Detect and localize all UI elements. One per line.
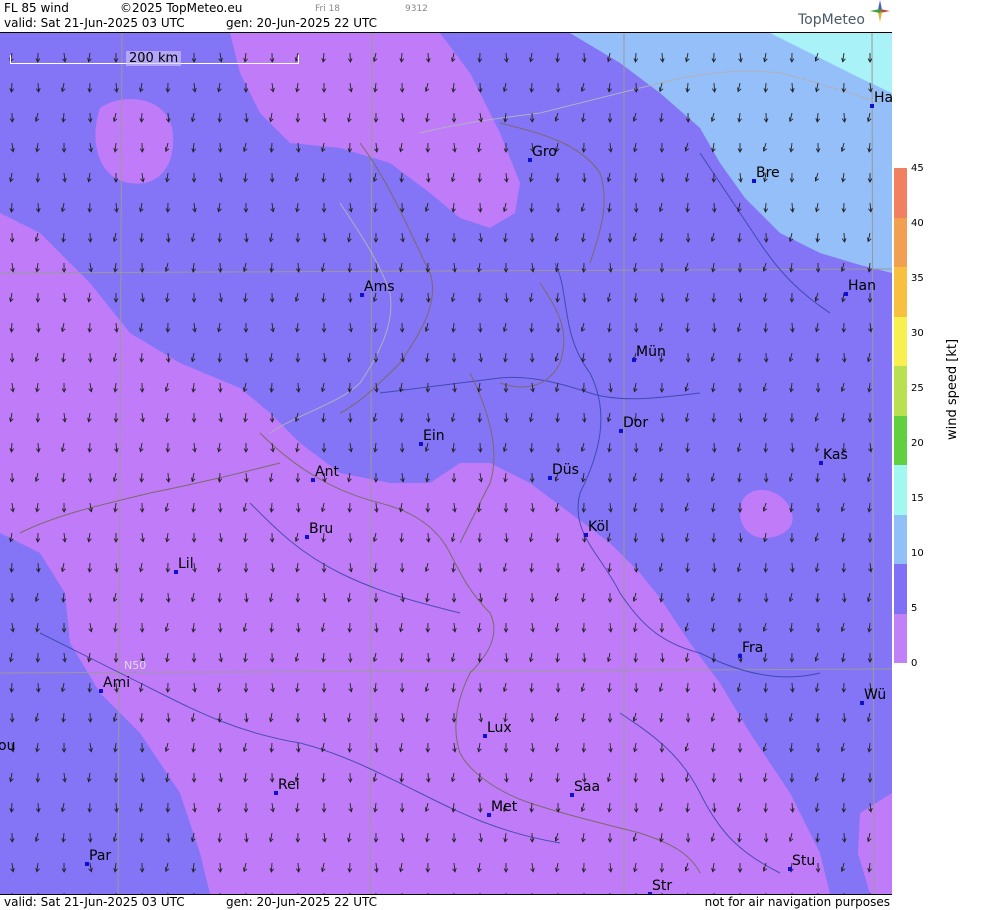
city-name: ou — [0, 738, 16, 754]
city-name: Ein — [423, 428, 445, 444]
topmeteo-logo: TopMeteo — [798, 0, 890, 28]
copyright-text: ©2025 TopMeteo.eu — [120, 1, 243, 15]
legend-tick-label: 45 — [911, 163, 924, 174]
product-title: FL 85 wind — [4, 1, 69, 15]
legend-tick-label: 20 — [911, 438, 924, 449]
legend-swatch — [894, 217, 907, 267]
city-name: Ha — [874, 90, 892, 106]
scale-label: 200 km — [126, 51, 182, 66]
legend-swatch — [894, 564, 907, 614]
legend-tick-label: 10 — [911, 548, 924, 559]
legend-swatch — [894, 465, 907, 515]
city-name: Met — [491, 799, 518, 815]
compass-star-icon — [870, 0, 890, 22]
legend-swatch — [894, 366, 907, 416]
city-name: Stu — [792, 853, 816, 869]
city-name: Saa — [574, 779, 601, 795]
city-name: Rei — [278, 777, 300, 793]
city-name: Dor — [623, 415, 649, 431]
legend-tick-label: 35 — [911, 273, 924, 284]
legend-swatch — [894, 267, 907, 317]
city-name: Mün — [636, 344, 666, 360]
legend-swatch — [894, 168, 907, 218]
legend-tick-label: 5 — [911, 603, 918, 614]
city-name: Bru — [309, 521, 334, 537]
legend-title: wind speed [kt] — [945, 338, 960, 440]
city-name: Str — [652, 878, 673, 894]
city-name: Lil — [178, 556, 194, 572]
logo-text: TopMeteo — [798, 12, 865, 28]
wind-speed-field — [0, 33, 892, 894]
city-name: Lux — [487, 720, 512, 736]
legend-tick-label: 40 — [911, 218, 924, 229]
valid-time: valid: Sat 21-Jun-2025 03 UTC — [4, 16, 185, 30]
city-name: Ams — [364, 279, 395, 295]
map-footer: valid: Sat 21-Jun-2025 03 UTC gen: 20-Ju… — [0, 894, 892, 910]
wind-speed-legend — [894, 168, 907, 663]
legend-tick-label: 30 — [911, 328, 924, 339]
wind-map[interactable]: 200 km N50 Gro Bre Ha Ams Han Mün Dor Ein Kas Ant… — [0, 33, 892, 894]
code-tag: 9312 — [405, 4, 428, 14]
city-name: Ami — [103, 675, 131, 691]
legend-tick-label: 25 — [911, 383, 924, 394]
legend-tick-label: 15 — [911, 493, 924, 504]
legend-tick-label: 0 — [911, 658, 918, 669]
city-name: Ant — [315, 464, 339, 480]
city-name: Par — [89, 848, 112, 864]
city-name: Gro — [532, 144, 557, 160]
city-name: Wü — [864, 687, 887, 703]
city-name: Bre — [756, 165, 780, 181]
footer-gen-time: gen: 20-Jun-2025 22 UTC — [226, 895, 378, 909]
latitude-label-n50: N50 — [124, 659, 147, 672]
legend-swatch — [894, 514, 907, 564]
footer-valid-time: valid: Sat 21-Jun-2025 03 UTC — [4, 895, 185, 909]
map-header: FL 85 wind ©2025 TopMeteo.eu Fri 18 9312… — [0, 0, 892, 33]
legend-swatch — [894, 415, 907, 465]
city-name: Düs — [552, 462, 579, 478]
navigation-notice: not for air navigation purposes — [704, 895, 890, 909]
legend-swatch — [894, 316, 907, 366]
city-name: Fra — [742, 640, 764, 656]
city-name: Han — [848, 278, 876, 294]
city-name: Kas — [823, 447, 848, 463]
legend-swatch — [894, 613, 907, 663]
day-tag: Fri 18 — [315, 4, 341, 14]
gen-time: gen: 20-Jun-2025 22 UTC — [226, 16, 378, 30]
city-name: Köl — [588, 519, 609, 535]
